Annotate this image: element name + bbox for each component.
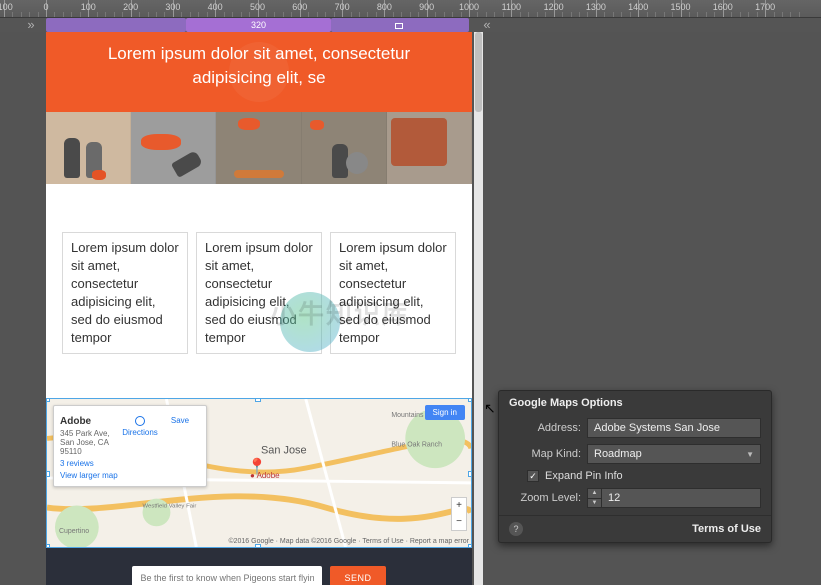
mouse-cursor-icon: ↖ xyxy=(484,400,498,418)
horizontal-ruler: -100010020030040050060070080090010001100… xyxy=(0,0,821,18)
text-column-2[interactable]: Lorem ipsum dolor sit amet, consectetur … xyxy=(196,232,322,354)
breakpoint-label-320: 320 xyxy=(186,18,331,32)
zoom-stepper[interactable]: ▲▼ xyxy=(587,488,601,508)
map-zoom-control[interactable]: +− xyxy=(451,497,467,531)
map-view-larger-link[interactable]: View larger map xyxy=(60,471,120,480)
scrollbar-thumb[interactable] xyxy=(475,32,482,112)
map-info-reviews[interactable]: 3 reviews xyxy=(60,459,120,468)
map-info-card: Adobe 345 Park Ave, San Jose, CA 95110 3… xyxy=(53,405,207,487)
map-pin-icon: 📍 xyxy=(247,457,267,477)
map-options-panel[interactable]: Google Maps Options Address: Map Kind: R… xyxy=(498,390,772,543)
expand-pin-checkbox[interactable]: ✓ xyxy=(527,470,539,482)
svg-text:Cupertino: Cupertino xyxy=(59,528,89,535)
footer-subscribe: SEND xyxy=(46,548,472,585)
help-icon[interactable]: ? xyxy=(509,522,523,536)
svg-text:San Jose: San Jose xyxy=(261,444,307,456)
save-button[interactable]: Save xyxy=(160,416,200,480)
hero-banner[interactable]: Lorem ipsum dolor sit amet, consectetur … xyxy=(46,32,472,112)
subscribe-input[interactable] xyxy=(132,566,322,585)
thumbnail-1[interactable] xyxy=(46,112,131,184)
mapkind-value: Roadmap xyxy=(594,448,642,460)
thumbnail-4[interactable] xyxy=(302,112,387,184)
zoom-label: Zoom Level: xyxy=(509,492,581,504)
thumbnail-2[interactable] xyxy=(131,112,216,184)
text-column-1[interactable]: Lorem ipsum dolor sit amet, consectetur … xyxy=(62,232,188,354)
chevron-down-icon: ▼ xyxy=(746,450,754,459)
breakpoint-segment-2[interactable]: 320 xyxy=(186,18,331,32)
terms-link[interactable]: Terms of Use xyxy=(692,523,761,535)
vertical-scrollbar[interactable] xyxy=(474,32,483,585)
mapkind-label: Map Kind: xyxy=(509,448,581,460)
panel-title: Google Maps Options xyxy=(499,391,771,415)
map-info-address: 345 Park Ave, San Jose, CA 95110 xyxy=(60,429,120,456)
expand-pin-label: Expand Pin Info xyxy=(545,470,623,482)
svg-text:Blue Oak Ranch: Blue Oak Ranch xyxy=(391,441,442,448)
svg-text:Mountains: Mountains xyxy=(391,412,424,419)
zoom-input[interactable] xyxy=(601,488,761,508)
google-map-widget[interactable]: San Jose ● Adobe Mountains Blue Oak Ranc… xyxy=(46,398,472,548)
map-info-title: Adobe xyxy=(60,416,120,427)
breakpoint-segment-1[interactable] xyxy=(46,18,186,32)
hero-text: Lorem ipsum dolor sit amet, consectetur … xyxy=(108,44,410,87)
design-canvas[interactable]: Lorem ipsum dolor sit amet, consectetur … xyxy=(46,32,472,585)
directions-button[interactable]: Directions xyxy=(120,416,160,480)
breakpoint-bar: » 320 960 « xyxy=(0,18,821,32)
image-strip xyxy=(46,112,472,184)
text-column-3[interactable]: Lorem ipsum dolor sit amet, consectetur … xyxy=(330,232,456,354)
breakpoint-segment-3[interactable]: 960 xyxy=(331,18,469,32)
chevron-right-icon[interactable]: « xyxy=(478,18,496,32)
mapkind-select[interactable]: Roadmap ▼ xyxy=(587,444,761,464)
address-label: Address: xyxy=(509,422,581,434)
text-columns: Lorem ipsum dolor sit amet, consectetur … xyxy=(46,232,472,354)
map-signin-button[interactable]: Sign in xyxy=(425,405,465,420)
thumbnail-5[interactable] xyxy=(387,112,472,184)
svg-text:Westfield Valley Fair: Westfield Valley Fair xyxy=(143,504,197,510)
thumbnail-3[interactable] xyxy=(216,112,301,184)
map-attribution: ©2016 Google · Map data ©2016 Google · T… xyxy=(228,538,469,545)
send-button[interactable]: SEND xyxy=(330,566,385,585)
chevron-left-icon[interactable]: » xyxy=(22,18,40,32)
address-input[interactable] xyxy=(587,418,761,438)
